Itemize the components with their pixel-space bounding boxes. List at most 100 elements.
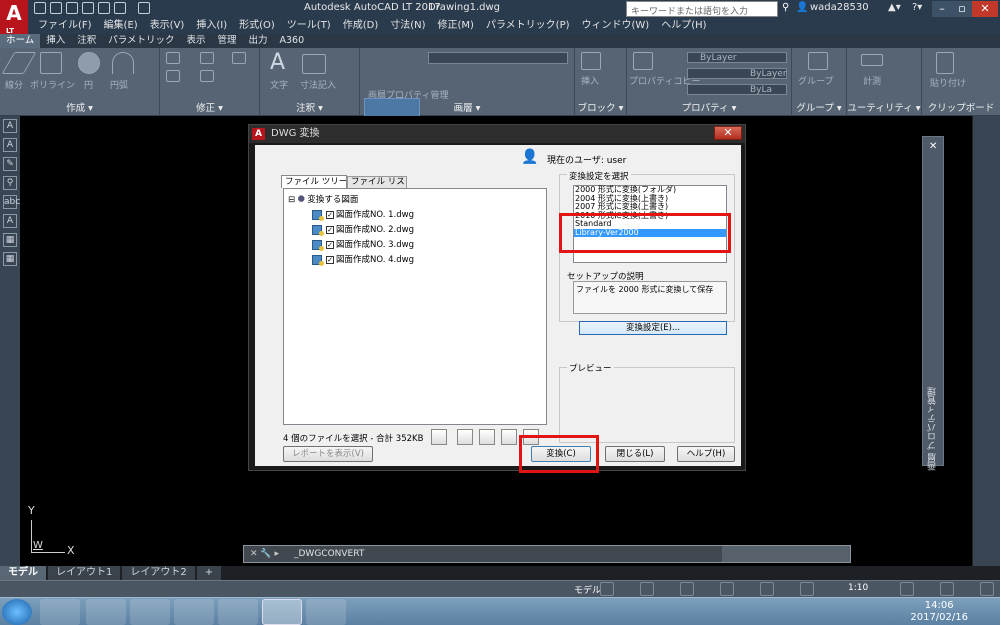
new-icon[interactable]	[34, 2, 46, 14]
text-icon[interactable]: A	[270, 50, 285, 75]
tree-item[interactable]: ✓ 図面作成NO. 2.dwg	[312, 223, 414, 236]
isolate-icon[interactable]	[940, 582, 954, 596]
otrack-icon[interactable]	[760, 582, 774, 596]
panel-properties-label[interactable]: プロパティ ▾	[627, 100, 791, 114]
copy-icon[interactable]	[166, 70, 180, 82]
redo-icon[interactable]	[138, 2, 150, 14]
start-button[interactable]	[2, 599, 32, 625]
file-checkbox[interactable]: ✓	[326, 240, 334, 249]
panel-annotation-label[interactable]: 注釈 ▾	[260, 100, 359, 114]
search-input[interactable]: キーワードまたは語句を入力	[626, 1, 778, 17]
properties-palette[interactable]: ✕ 画層 プロパティ管理	[922, 136, 944, 471]
rotate-icon[interactable]	[200, 52, 214, 64]
layer-dropdown[interactable]	[428, 52, 568, 64]
line-icon[interactable]	[1, 52, 37, 74]
open-icon[interactable]	[50, 2, 62, 14]
tree-item[interactable]: ✓ 図面作成NO. 4.dwg	[312, 253, 414, 266]
menu-modify[interactable]: 修正(M)	[438, 19, 474, 34]
save-icon[interactable]	[66, 2, 78, 14]
menu-help[interactable]: ヘルプ(H)	[661, 19, 706, 34]
grid-icon[interactable]	[600, 582, 614, 596]
media-player-icon[interactable]	[40, 599, 80, 625]
undo-icon[interactable]	[114, 2, 126, 14]
mirror-icon[interactable]	[200, 70, 214, 82]
command-icons[interactable]: ✕ 🔧 ▸	[250, 546, 279, 562]
menu-view[interactable]: 表示(V)	[150, 19, 185, 34]
panel-group-label[interactable]: グループ ▾	[792, 100, 846, 114]
print-icon[interactable]	[98, 2, 110, 14]
palette-close-icon[interactable]: ✕	[929, 141, 937, 152]
tab-a360[interactable]: A360	[274, 34, 311, 48]
menu-format[interactable]: 形式(O)	[239, 19, 275, 34]
snap-icon[interactable]	[640, 582, 654, 596]
paste-icon[interactable]	[936, 52, 954, 74]
menu-tools[interactable]: ツール(T)	[287, 19, 331, 34]
file-checkbox[interactable]: ✓	[326, 210, 334, 219]
color-dropdown[interactable]: ByLayer	[687, 52, 787, 63]
match-properties-icon[interactable]	[633, 52, 653, 70]
menu-insert[interactable]: 挿入(I)	[196, 19, 227, 34]
tab-insert[interactable]: 挿入	[40, 34, 71, 48]
mtext-tool-icon[interactable]: A	[3, 138, 17, 152]
system-clock[interactable]: 14:06 2017/02/16	[910, 600, 968, 624]
maximize-button[interactable]: ▫	[952, 1, 972, 17]
tree-item[interactable]: ✓ 図面作成NO. 1.dwg	[312, 208, 414, 221]
append-list-icon[interactable]	[501, 429, 517, 445]
autocad-taskbar-icon[interactable]	[262, 599, 302, 625]
find-tool-icon[interactable]: ⚲	[3, 176, 17, 190]
paint-icon[interactable]	[306, 599, 346, 625]
saveas-icon[interactable]	[82, 2, 94, 14]
menu-file[interactable]: ファイル(F)	[38, 19, 92, 34]
insert-icon[interactable]	[581, 52, 601, 70]
menu-dimension[interactable]: 寸法(N)	[390, 19, 425, 34]
tab-annotate[interactable]: 注釈	[71, 34, 102, 48]
tab-model[interactable]: モデル	[0, 566, 46, 580]
tab-manage[interactable]: 管理	[211, 34, 242, 48]
show-report-button[interactable]: レポートを表示(V)	[283, 446, 373, 462]
polar-icon[interactable]	[680, 582, 694, 596]
ie-icon[interactable]	[86, 599, 126, 625]
tab-output[interactable]: 出力	[243, 34, 274, 48]
tab-layout1[interactable]: レイアウト1	[48, 566, 121, 580]
open-list-icon[interactable]	[479, 429, 495, 445]
spell-tool-icon[interactable]: abc	[3, 195, 20, 209]
menu-window[interactable]: ウィンドウ(W)	[582, 19, 650, 34]
polyline-icon[interactable]	[40, 52, 62, 74]
ime-toolbar[interactable]	[722, 546, 850, 562]
tree-root[interactable]: ⊟ ⯃ 変換する図面	[288, 193, 358, 205]
text-style-icon[interactable]: A	[3, 214, 17, 228]
dialog-help-button[interactable]: ヘルプ(H)	[677, 446, 735, 462]
panel-utilities-label[interactable]: ユーティリティ ▾	[847, 100, 921, 114]
app-menu-button[interactable]: A LT	[0, 0, 28, 36]
move-icon[interactable]	[166, 52, 180, 64]
add-layout-button[interactable]: +	[196, 566, 222, 580]
osnap-icon[interactable]	[720, 582, 734, 596]
dialog-close-text-button[interactable]: 閉じる(L)	[605, 446, 665, 462]
menu-edit[interactable]: 編集(E)	[104, 19, 138, 34]
binoculars-icon[interactable]: ⚲	[782, 2, 789, 13]
pen-tool-icon[interactable]: ✎	[3, 157, 17, 171]
circle-icon[interactable]	[78, 52, 100, 74]
close-button[interactable]: ✕	[972, 1, 998, 17]
text-tool-icon[interactable]: A	[3, 119, 17, 133]
panel-block-label[interactable]: ブロック ▾	[575, 100, 626, 114]
dialog-close-button[interactable]: ✕	[714, 126, 742, 140]
explorer-icon[interactable]	[130, 599, 170, 625]
user-icon[interactable]: 👤	[796, 2, 808, 13]
dimension-icon[interactable]	[302, 54, 326, 74]
file-checkbox[interactable]: ✓	[326, 225, 334, 234]
arc-icon[interactable]	[112, 52, 134, 74]
panel-modify-label[interactable]: 修正 ▾	[160, 100, 259, 114]
linetype-dropdown[interactable]: ByLayer	[687, 68, 787, 79]
panel-clipboard-label[interactable]: クリップボード	[922, 100, 1000, 114]
tree-item[interactable]: ✓ 図面作成NO. 3.dwg	[312, 238, 414, 251]
minimize-button[interactable]: –	[932, 1, 952, 17]
conversion-settings-button[interactable]: 変換設定(E)...	[579, 321, 727, 335]
thunderbird-icon[interactable]	[218, 599, 258, 625]
annotation-icon[interactable]	[800, 582, 814, 596]
tab-parametric[interactable]: パラメトリック	[102, 34, 180, 48]
tab-file-list[interactable]: ファイル リスト(B)	[347, 176, 407, 188]
menu-parametric[interactable]: パラメトリック(P)	[486, 19, 570, 34]
chrome-icon[interactable]	[174, 599, 214, 625]
lineweight-dropdown[interactable]: ByLa	[687, 84, 787, 95]
